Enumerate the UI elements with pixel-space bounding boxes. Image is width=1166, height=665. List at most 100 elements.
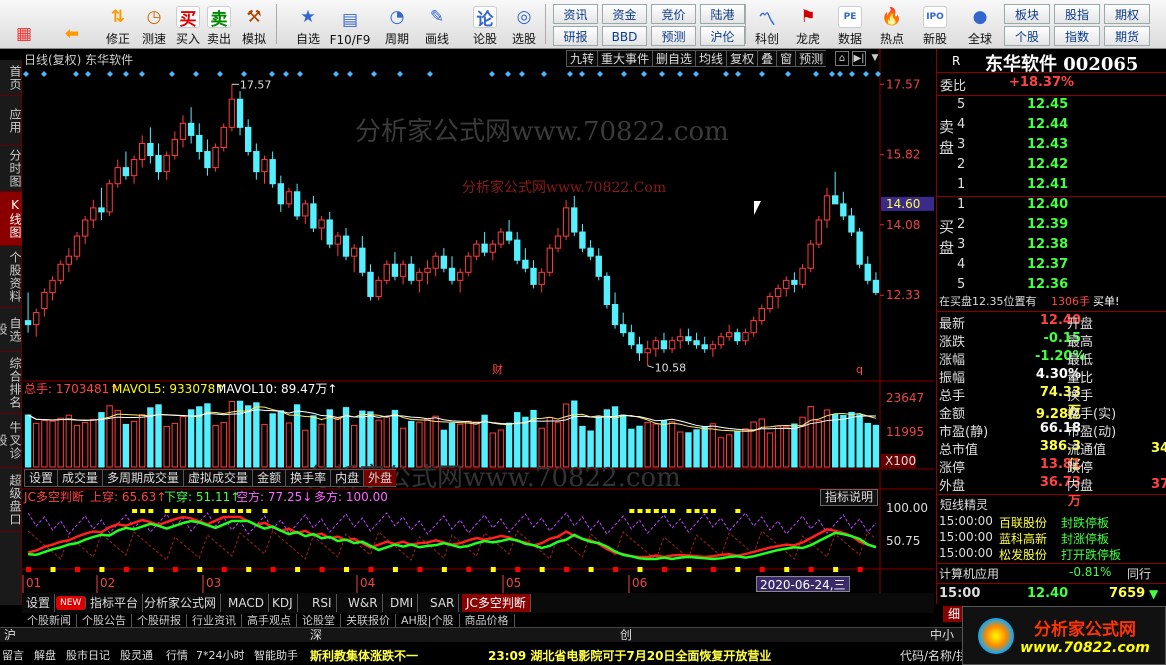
candle[interactable]: [848, 215, 855, 233]
candle[interactable]: [587, 247, 594, 257]
candle[interactable]: [554, 235, 562, 249]
index-label-1[interactable]: 深: [310, 628, 322, 643]
toolbar-ipo-button[interactable]: IPO 新股: [915, 2, 955, 47]
candle[interactable]: [350, 247, 358, 257]
candle[interactable]: [277, 183, 284, 205]
candle[interactable]: [98, 207, 105, 213]
candle[interactable]: [595, 255, 602, 277]
candle[interactable]: [236, 98, 244, 128]
info-tab-3[interactable]: 行业资讯: [187, 614, 242, 627]
candle[interactable]: [522, 259, 529, 269]
candle[interactable]: [644, 348, 651, 354]
status-item-4[interactable]: 行情: [166, 647, 188, 663]
toolbar-small-button[interactable]: 期货: [1104, 26, 1150, 46]
lock-icon[interactable]: ⌂: [835, 51, 849, 66]
toolbar-small-button[interactable]: 个股: [1004, 26, 1050, 46]
candle[interactable]: [783, 279, 790, 289]
chart-header-button-3[interactable]: 均线: [695, 50, 727, 67]
candle[interactable]: [391, 263, 399, 277]
candle[interactable]: [750, 320, 757, 334]
volume-tab-7[interactable]: 外盘: [363, 469, 397, 487]
left-tab-7[interactable]: 牛叉诊股: [0, 414, 22, 468]
toolbar-dragon-button[interactable]: ⚑ 龙虎: [788, 2, 828, 47]
candle[interactable]: [505, 231, 513, 241]
candle[interactable]: [652, 340, 659, 350]
candle[interactable]: [408, 263, 415, 281]
candle[interactable]: [147, 142, 154, 157]
status-item-5[interactable]: 7*24小时: [196, 647, 245, 663]
candle[interactable]: [815, 219, 823, 245]
candle[interactable]: [73, 235, 81, 257]
status-item-3[interactable]: 股灵通: [120, 647, 153, 663]
candle[interactable]: [33, 312, 40, 326]
candle[interactable]: [432, 255, 439, 269]
indicator-tab-4[interactable]: MACD: [224, 594, 269, 612]
candle[interactable]: [864, 263, 871, 281]
candle[interactable]: [253, 151, 260, 173]
candle[interactable]: [65, 255, 73, 265]
candle[interactable]: [628, 332, 635, 346]
toolbar-small-button[interactable]: 期权: [1104, 4, 1150, 24]
candle[interactable]: [367, 271, 374, 297]
chart-header-button-1[interactable]: 重大事件: [597, 50, 653, 67]
candle[interactable]: [326, 219, 333, 245]
candle[interactable]: [416, 271, 423, 281]
left-tab-8[interactable]: 超级盘口: [0, 468, 22, 532]
candle[interactable]: [693, 340, 700, 346]
candle[interactable]: [791, 279, 798, 285]
candle[interactable]: [530, 267, 537, 285]
candle[interactable]: [383, 263, 390, 281]
toolbar-select-button[interactable]: ◎ 选股: [504, 2, 544, 47]
indicator-tab-10[interactable]: JC多空判断: [462, 594, 531, 612]
candle[interactable]: [603, 275, 611, 306]
indicator-help-button[interactable]: 指标说明: [820, 489, 879, 506]
candle[interactable]: [114, 167, 121, 185]
candle[interactable]: [81, 219, 89, 237]
volume-tab-1[interactable]: 成交量: [57, 469, 103, 487]
chart-area[interactable]: 17.57 15.82 14.08 12.33 14.60 17.57 10.58 财 q 总手:…: [22, 49, 934, 594]
toolbar-sell-button[interactable]: 卖卖出: [199, 2, 239, 47]
candle[interactable]: [709, 344, 717, 350]
candle[interactable]: [171, 138, 179, 157]
info-tab-8[interactable]: 商品价格: [460, 614, 515, 627]
candle[interactable]: [856, 231, 863, 265]
left-tab-1[interactable]: 应用: [0, 96, 22, 146]
toolbar-small-button[interactable]: 沪伦: [700, 26, 745, 46]
indicator-tab-8[interactable]: DMI: [386, 594, 419, 612]
candle[interactable]: [285, 191, 293, 205]
candle[interactable]: [579, 231, 586, 249]
chart-header-button-5[interactable]: 叠: [757, 50, 777, 67]
toolbar-small-button[interactable]: 陆港: [700, 4, 745, 24]
indicator-tab-2[interactable]: 指标平台: [86, 594, 144, 612]
index-label-2[interactable]: 创: [620, 628, 632, 643]
candle[interactable]: [49, 279, 56, 293]
candle[interactable]: [155, 155, 162, 173]
candle[interactable]: [399, 263, 407, 277]
candle[interactable]: [799, 267, 806, 285]
candle[interactable]: [57, 263, 64, 281]
candle[interactable]: [310, 203, 317, 229]
indicator-tab-9[interactable]: SAR: [426, 594, 460, 612]
status-item-6[interactable]: 智能助手: [254, 647, 298, 663]
candle[interactable]: [187, 122, 195, 136]
candle[interactable]: [611, 304, 619, 326]
toolbar-chart-button[interactable]: 〽科创: [747, 2, 787, 47]
toolbar-small-button[interactable]: 研报: [553, 26, 598, 46]
candle[interactable]: [440, 255, 448, 269]
toolbar-small-button[interactable]: 股指: [1054, 4, 1100, 24]
candle[interactable]: [758, 308, 765, 322]
info-tab-1[interactable]: 个股公告: [77, 614, 132, 627]
candle[interactable]: [24, 320, 32, 326]
candle[interactable]: [538, 271, 545, 285]
candle[interactable]: [766, 295, 774, 310]
candle[interactable]: [179, 122, 187, 140]
candle[interactable]: [90, 207, 97, 221]
candle[interactable]: [465, 255, 472, 273]
candle[interactable]: [212, 146, 219, 169]
candle[interactable]: [334, 235, 342, 245]
candle[interactable]: [734, 332, 741, 342]
candle[interactable]: [668, 340, 676, 350]
index-label-3[interactable]: 中小: [930, 628, 954, 643]
toolbar-small-button[interactable]: 竞价: [651, 4, 696, 24]
status-item-2[interactable]: 股市日记: [66, 647, 110, 663]
